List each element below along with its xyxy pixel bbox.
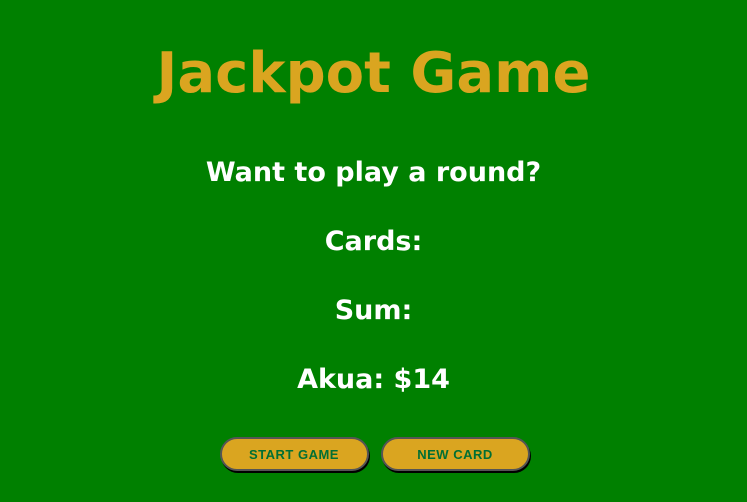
player-info: Akua: $14 — [297, 364, 450, 395]
sum-display: Sum: — [334, 295, 413, 326]
start-game-button[interactable]: START GAME — [219, 437, 369, 471]
message: Want to play a round? — [205, 157, 542, 188]
game-title: Jackpot Game — [156, 41, 591, 106]
button-row: START GAME NEW CARD — [0, 437, 747, 471]
cards-display: Cards: — [324, 226, 423, 257]
new-card-button[interactable]: NEW CARD — [380, 437, 530, 471]
